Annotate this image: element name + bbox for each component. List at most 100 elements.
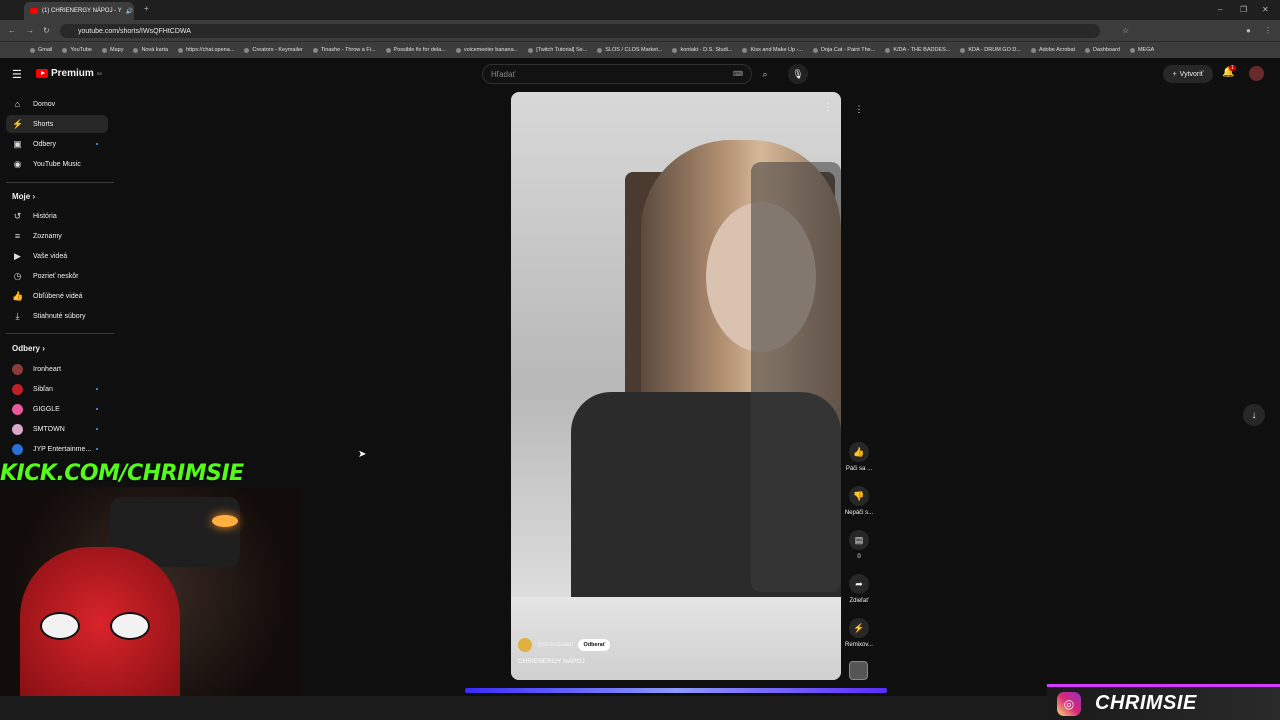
sidebar-item-sib-an[interactable]: Sibľan	[6, 380, 108, 398]
maximize-button[interactable]: ❐	[1240, 5, 1247, 14]
sidebar-item-odbery[interactable]: ▣ Odbery	[6, 135, 108, 153]
sidebar-item-pozrie-nesk-r[interactable]: ◷ Pozrieť neskôr	[6, 267, 108, 285]
bookmark-favicon-icon	[455, 47, 461, 53]
share-icon: ➦	[849, 574, 869, 594]
bookmark-item[interactable]: Nová karta	[133, 47, 168, 53]
sidebar-item-ironheart[interactable]: Ironheart	[6, 360, 108, 378]
mask-eye-right	[110, 612, 150, 640]
like-button[interactable]: 👍 Páči sa ...	[843, 442, 875, 472]
sidebar-section-subscriptions[interactable]: Odbery ›	[12, 344, 45, 353]
search-icon: ⌕	[762, 68, 768, 79]
hamburger-menu-icon[interactable]: ☰	[12, 68, 22, 81]
bookmark-item[interactable]: Gmail	[30, 47, 52, 53]
channel-avatar[interactable]	[518, 638, 532, 652]
bookmark-favicon-icon	[813, 47, 819, 53]
shorts-icon: ⚡	[12, 118, 24, 129]
bookmark-item[interactable]: Mapy	[102, 47, 123, 53]
voice-search-button[interactable]: 🎙	[788, 64, 808, 84]
search-button[interactable]: ⌕	[752, 64, 778, 84]
bookmark-item[interactable]: https://chat.opena...	[178, 47, 234, 53]
profile-icon[interactable]: ●	[1246, 26, 1251, 35]
channel-avatar	[12, 403, 23, 415]
browser-menu-icon[interactable]: ⋮	[1264, 26, 1272, 35]
search-input[interactable]: Hľadať ⌨	[482, 64, 752, 84]
short-video-player[interactable]: ⋮	[511, 92, 841, 680]
sidebar-item-giggle[interactable]: GIGGLE	[6, 400, 108, 418]
new-content-dot	[96, 408, 98, 410]
sidebar-item-zoznamy[interactable]: ≡ Zoznamy	[6, 227, 108, 245]
short-menu-icon[interactable]: ⋮	[852, 104, 866, 118]
mic-icon: 🎙	[792, 68, 804, 79]
search-placeholder: Hľadať	[491, 69, 516, 79]
sidebar-item-youtube-music[interactable]: ◉ YouTube Music	[6, 155, 108, 173]
bookmark-item[interactable]: K/DA - THE BADDES...	[885, 47, 950, 53]
short-title[interactable]: CHRIENERGY NÁPOJ	[518, 658, 585, 665]
sidebar-item-va-e-vide[interactable]: ▶ Vaše videá	[6, 247, 108, 265]
sidebar-item-shorts[interactable]: ⚡ Shorts	[6, 115, 108, 133]
close-window-button[interactable]: ✕	[1262, 5, 1269, 14]
sidebar-item-label: Domov	[33, 100, 56, 108]
sidebar-item-stiahnut-s-bory[interactable]: ⤓ Stiahnuté súbory	[6, 307, 108, 325]
bookmark-item[interactable]: YouTube	[62, 47, 92, 53]
bookmark-item[interactable]: kontakt - D.S. Studi...	[672, 47, 732, 53]
bookmark-item[interactable]: Dashboard	[1085, 47, 1120, 53]
thumb-down-icon: 👎	[849, 486, 869, 506]
playlists-icon: ≡	[14, 231, 21, 241]
avatar[interactable]	[1249, 66, 1264, 81]
remix-button[interactable]: ⚡ Remixov...	[843, 618, 875, 648]
bookmark-item[interactable]: Kiss and Make Up -...	[742, 47, 803, 53]
bookmark-favicon-icon	[30, 47, 35, 53]
next-short-button[interactable]: ↓	[1243, 404, 1265, 426]
create-button[interactable]: + Vytvoriť	[1163, 65, 1213, 83]
url-bar[interactable]: youtube.com/shorts/IWsQFHtCDWA	[60, 24, 1100, 38]
bookmark-item[interactable]: Possible fix for dela...	[385, 47, 446, 53]
webcam-overlay	[0, 487, 302, 720]
bookmark-item[interactable]: voicemeeter banana...	[455, 47, 518, 53]
bookmark-favicon-icon	[62, 47, 68, 53]
dislike-button[interactable]: 👎 Nepáči s...	[843, 486, 875, 516]
back-icon[interactable]: ←	[8, 26, 16, 35]
forward-icon[interactable]: →	[26, 26, 34, 35]
sidebar-item-domov[interactable]: ⌂ Domov	[6, 95, 108, 113]
sidebar-divider	[6, 333, 114, 334]
bookmark-star-icon[interactable]: ☆	[1122, 26, 1129, 35]
browser-tab[interactable]: (1) CHRIENERGY NÁPOJ - Y 🔊 ×	[24, 2, 134, 20]
sidebar-item-label: SMTOWN	[33, 425, 65, 433]
minimize-button[interactable]: –	[1218, 5, 1222, 14]
bookmark-favicon-icon	[1085, 47, 1091, 53]
tab-title: (1) CHRIENERGY NÁPOJ - Y	[42, 8, 122, 14]
more-options-icon[interactable]: ⋮	[823, 102, 833, 113]
bookmark-item[interactable]: Adobe Acrobat	[1030, 47, 1075, 53]
keyboard-icon[interactable]: ⌨	[733, 70, 743, 78]
channel-name[interactable]: @slnieckaaar	[537, 642, 573, 648]
channel-avatar	[12, 443, 23, 455]
new-tab-button[interactable]: +	[144, 4, 149, 13]
bookmark-favicon-icon	[528, 47, 534, 53]
bookmark-item[interactable]: [Twitch Tutorial] Se...	[528, 47, 587, 53]
audio-icon: 🔊	[125, 8, 134, 15]
reload-icon[interactable]: ↻	[43, 26, 50, 35]
comments-button[interactable]: ▤ 0	[843, 530, 875, 560]
channel-row: @slnieckaaar Odberať	[518, 638, 611, 652]
bookmark-item[interactable]: MEGA	[1129, 47, 1154, 53]
streamer-brand-bar: ◎ CHRIMSIE	[1047, 684, 1280, 720]
sidebar-item-ob-ben-vide[interactable]: 👍 Obľúbené videá	[6, 287, 108, 305]
bookmark-favicon-icon	[960, 47, 966, 53]
share-button[interactable]: ➦ Zdieľať	[843, 574, 875, 604]
bookmark-item[interactable]: Creators - Keymailer	[244, 47, 303, 53]
sidebar-item-jyp-entertainme[interactable]: JYP Entertainme...	[6, 440, 108, 458]
url-text: youtube.com/shorts/IWsQFHtCDWA	[78, 27, 191, 35]
create-label: Vytvoriť	[1179, 70, 1204, 78]
plus-icon: +	[1172, 70, 1177, 78]
sidebar-section-you[interactable]: Moje ›	[12, 192, 35, 201]
bookmark-favicon-icon	[102, 47, 107, 53]
youtube-premium-logo[interactable]: Premium SK	[36, 68, 102, 79]
sidebar-item-smtown[interactable]: SMTOWN	[6, 420, 108, 438]
bookmark-item[interactable]: KDA - DRUM GO D...	[960, 47, 1021, 53]
subscribe-button[interactable]: Odberať	[578, 639, 611, 651]
bookmark-item[interactable]: Doja Cat - Paint The...	[813, 47, 875, 53]
sound-thumbnail[interactable]	[849, 661, 868, 680]
sidebar-item-hist-ria[interactable]: ↺ História	[6, 207, 108, 225]
bookmark-item[interactable]: Tinashe - Throw a Fi...	[312, 47, 376, 53]
bookmark-item[interactable]: SLOS / CLOS Market...	[597, 47, 662, 53]
